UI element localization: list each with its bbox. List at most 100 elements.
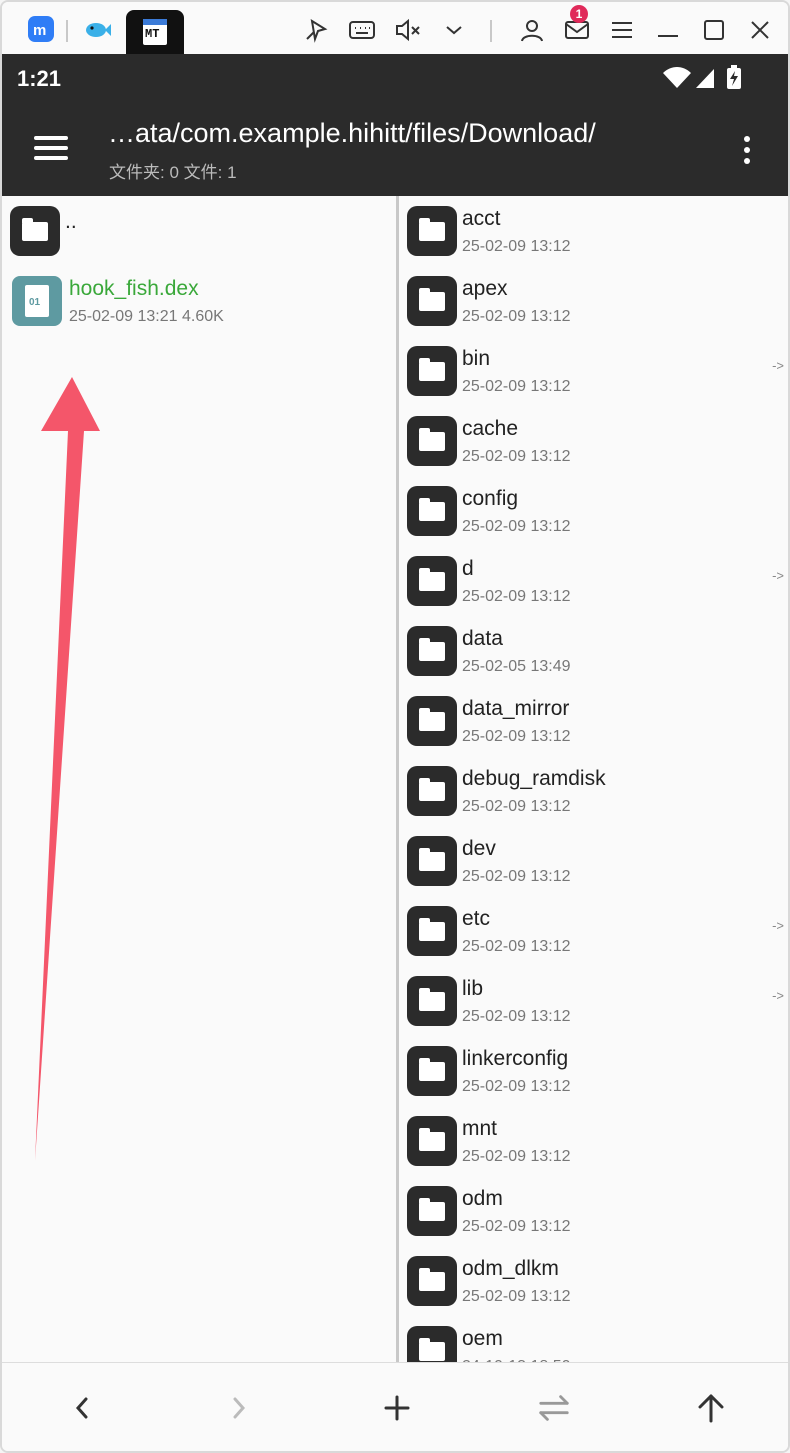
directory-name: data_mirror [462,697,570,720]
toolbar-separator [490,20,492,42]
battery-icon [726,64,742,95]
keyboard-icon[interactable] [348,16,376,44]
directory-row[interactable]: data_mirror 25-02-09 13:12 [399,686,788,756]
toolbar-separator [66,20,68,42]
bottom-toolbar [2,1362,788,1451]
minimize-icon[interactable] [654,16,682,44]
pin-icon[interactable] [302,16,330,44]
symlink-indicator: -> [772,358,784,373]
svg-text:m: m [33,22,46,39]
directory-date: 25-02-09 13:12 [462,378,571,395]
directory-row[interactable]: acct 25-02-09 13:12 [399,196,788,266]
folder-icon [407,1186,457,1236]
forward-icon[interactable] [222,1391,256,1425]
directory-row[interactable]: cache 25-02-09 13:12 [399,406,788,476]
left-file-pane: .. 01 hook_fish.dex 25-02-09 13:21 4.60K [2,196,396,1362]
fish-app-icon[interactable] [84,16,111,42]
back-icon[interactable] [65,1391,99,1425]
directory-row[interactable]: dev 25-02-09 13:12 [399,826,788,896]
directory-name: etc [462,907,491,930]
directory-name: data [462,627,503,650]
directory-row[interactable]: etc 25-02-09 13:12 -> [399,896,788,966]
mt-app-icon: MT [143,19,167,45]
folder-icon [407,766,457,816]
directory-date: 25-02-09 13:12 [462,308,571,325]
folder-icon [407,556,457,606]
directory-name: oem [462,1327,503,1350]
mt-app-tab[interactable]: MT [126,10,184,54]
directory-row[interactable]: apex 25-02-09 13:12 [399,266,788,336]
folder-icon [407,696,457,746]
directory-row[interactable]: linkerconfig 25-02-09 13:12 [399,1036,788,1106]
folder-icon [407,626,457,676]
directory-name: odm [462,1187,503,1210]
status-bar: 1:21 [2,54,788,110]
more-options-icon[interactable] [742,132,752,168]
red-arrow-annotation [35,377,100,1161]
folder-icon [407,276,457,326]
app-bar: …ata/com.example.hihitt/files/Download/ … [2,110,788,196]
directory-row[interactable]: lib 25-02-09 13:12 -> [399,966,788,1036]
directory-date: 25-02-09 13:12 [462,1218,571,1235]
notification-badge: 1 [570,5,588,23]
drawer-menu-icon[interactable] [34,134,70,162]
directory-row[interactable]: oem24-10-13 18:50 [399,1316,788,1362]
mt-app-label: MT [145,27,160,41]
directory-date: 25-02-09 13:12 [462,518,571,535]
directory-row[interactable]: bin 25-02-09 13:12 -> [399,336,788,406]
directory-date: 25-02-09 13:12 [462,728,571,745]
mute-icon[interactable] [394,16,422,44]
directory-row[interactable]: odm 25-02-09 13:12 [399,1176,788,1246]
directory-row[interactable]: odm_dlkm 25-02-09 13:12 [399,1246,788,1316]
close-icon[interactable] [746,16,774,44]
directory-name: dev [462,837,496,860]
folder-icon [407,1256,457,1306]
directory-row[interactable]: debug_ramdisk 25-02-09 13:12 [399,756,788,826]
directory-name: acct [462,207,501,230]
directory-date: 25-02-09 13:12 [462,238,571,255]
up-icon[interactable] [694,1391,728,1425]
directory-name: debug_ramdisk [462,767,606,790]
status-time: 1:21 [17,66,62,91]
directory-name: linkerconfig [462,1047,569,1070]
folder-icon [407,976,457,1026]
folder-icon [407,206,457,256]
menu-icon[interactable] [608,16,636,44]
account-icon[interactable] [518,16,546,44]
directory-date: 25-02-05 13:49 [462,658,571,675]
directory-row[interactable]: data 25-02-05 13:49 [399,616,788,686]
emulator-window: m MT 1 1:21 …ata/com.example.hihitt/file… [0,0,790,1453]
app-logo-icon[interactable]: m [28,16,54,42]
directory-name: mnt [462,1117,498,1140]
folder-file-count: 文件夹: 0 文件: 1 [109,163,237,182]
directory-date: 25-02-09 13:12 [462,448,571,465]
directory-date: 25-02-09 13:12 [462,938,571,955]
directory-name: odm_dlkm [462,1257,559,1280]
folder-icon [407,346,457,396]
directory-date: 25-02-09 13:12 [462,868,571,885]
current-path: …ata/com.example.hihitt/files/Download/ [108,118,596,148]
folder-icon [407,1116,457,1166]
maximize-icon[interactable] [700,16,728,44]
directory-row[interactable]: config 25-02-09 13:12 [399,476,788,546]
directory-date: 25-02-09 13:12 [462,588,571,605]
folder-icon [407,836,457,886]
directory-row[interactable]: d 25-02-09 13:12 -> [399,546,788,616]
folder-icon [407,1326,457,1362]
directory-date: 25-02-09 13:12 [462,1148,571,1165]
directory-row[interactable]: mnt 25-02-09 13:12 [399,1106,788,1176]
directory-date: 25-02-09 13:12 [462,798,571,815]
folder-icon [407,906,457,956]
add-icon[interactable] [380,1391,414,1425]
directory-name: config [462,487,519,510]
swap-icon[interactable] [537,1391,571,1425]
symlink-indicator: -> [772,988,784,1003]
chevron-down-icon[interactable] [440,16,468,44]
right-file-pane: acct 25-02-09 13:12 apex 25-02-09 13:12 bin 2… [399,196,788,1362]
directory-date: 25-02-09 13:12 [462,1288,571,1305]
folder-icon [407,1046,457,1096]
directory-name: bin [462,347,491,370]
symlink-indicator: -> [772,568,784,583]
signal-icon [694,66,716,95]
directory-name: cache [462,417,519,440]
